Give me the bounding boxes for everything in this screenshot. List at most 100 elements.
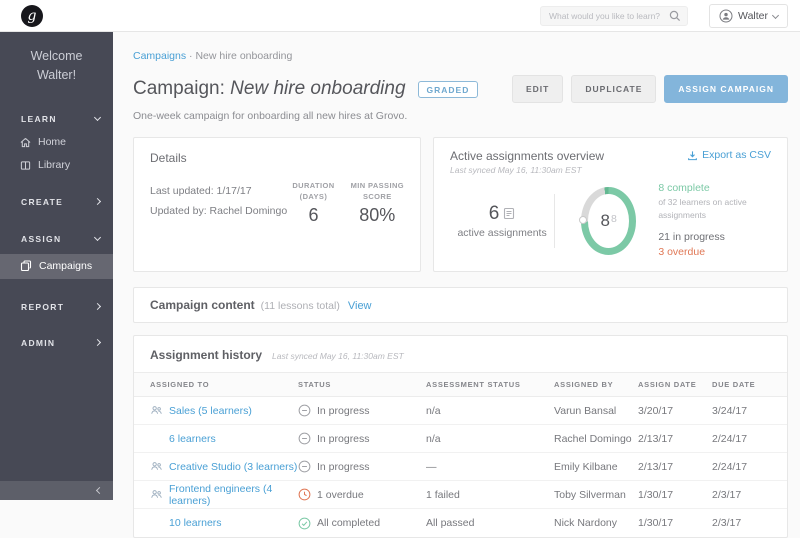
due-date: 2/24/17 xyxy=(712,433,771,445)
assessment-status: — xyxy=(426,461,554,473)
assignment-history-card: Assignment history Last synced May 16, 1… xyxy=(133,335,788,538)
assigned-to-link[interactable]: 10 learners xyxy=(169,517,222,529)
view-link[interactable]: View xyxy=(348,300,372,312)
avatar-icon xyxy=(719,9,733,23)
search-input[interactable] xyxy=(541,11,669,21)
history-synced: Last synced May 16, 11:30am EST xyxy=(272,351,404,361)
assign-date: 2/13/17 xyxy=(638,461,712,473)
details-card: Details Last updated: 1/17/17 Updated by… xyxy=(133,137,421,272)
sidebar-item-home[interactable]: Home xyxy=(0,131,113,154)
table-row: Sales (5 learners) In progress n/a Varun… xyxy=(134,397,787,425)
chevron-down-icon xyxy=(772,11,779,18)
table-row: Creative Studio (3 learners) In progress… xyxy=(134,453,787,481)
welcome-message: Welcome Walter! xyxy=(0,32,113,100)
status-text: All completed xyxy=(317,517,380,529)
breadcrumb-separator: · xyxy=(189,50,193,62)
sidebar-item-report[interactable]: REPORT xyxy=(0,295,113,319)
assigned-to-link[interactable]: Creative Studio (3 learners) xyxy=(169,461,297,473)
sidebar: Welcome Walter! LEARN Home Library CREAT… xyxy=(0,32,113,500)
chevron-down-icon xyxy=(94,114,101,121)
main-content: Campaigns · New hire onboarding Campaign… xyxy=(113,32,800,500)
assigned-by: Rachel Domingo xyxy=(554,433,638,445)
assigned-by: Emily Kilbane xyxy=(554,461,638,473)
sidebar-item-create[interactable]: CREATE xyxy=(0,190,113,214)
in-progress-icon xyxy=(298,460,311,473)
status-text: In progress xyxy=(317,461,370,473)
active-assignments-count: 6 active assignments xyxy=(450,203,554,239)
divider xyxy=(554,194,555,248)
top-bar: g Walter xyxy=(0,0,800,32)
completed-check-icon xyxy=(298,517,311,530)
legend-complete: 8 complete xyxy=(658,181,771,196)
assigned-to-link[interactable]: 6 learners xyxy=(169,433,216,445)
user-name: Walter xyxy=(738,10,768,22)
duration-stat: DURATION (DAYS) 6 xyxy=(292,181,334,226)
details-meta: Last updated: 1/17/17 Updated by: Rachel… xyxy=(150,181,287,226)
overdue-clock-icon xyxy=(298,488,311,501)
status-text: In progress xyxy=(317,433,370,445)
sidebar-item-assign[interactable]: ASSIGN xyxy=(0,227,113,251)
sidebar-item-campaigns[interactable]: Campaigns xyxy=(0,254,113,279)
assigned-to-link[interactable]: Frontend engineers (4 learners) xyxy=(169,483,298,507)
in-progress-icon xyxy=(298,404,311,417)
assign-date: 1/30/17 xyxy=(638,517,712,529)
breadcrumb-campaigns-link[interactable]: Campaigns xyxy=(133,50,186,62)
donut-secondary-value: 8 xyxy=(611,213,617,225)
assigned-by: Varun Bansal xyxy=(554,405,638,417)
sidebar-item-learn[interactable]: LEARN xyxy=(0,107,113,131)
assign-date: 2/13/17 xyxy=(638,433,712,445)
clipboard-icon xyxy=(503,207,515,220)
sidebar-item-admin[interactable]: ADMIN xyxy=(0,331,113,355)
campaign-content-bar: Campaign content (11 lessons total) View xyxy=(133,287,788,323)
duplicate-button[interactable]: DUPLICATE xyxy=(571,75,656,103)
assigned-to-link[interactable]: Sales (5 learners) xyxy=(169,405,252,417)
donut-marker xyxy=(579,216,587,224)
table-row: 6 learners In progress n/a Rachel Doming… xyxy=(134,425,787,453)
assign-campaign-button[interactable]: ASSIGN CAMPAIGN xyxy=(664,75,788,103)
assign-date: 3/20/17 xyxy=(638,405,712,417)
assessment-status: All passed xyxy=(426,517,554,529)
chevron-right-icon xyxy=(94,339,101,346)
user-menu-button[interactable]: Walter xyxy=(709,4,788,28)
completion-donut-chart: 8 8 xyxy=(581,187,636,255)
details-title: Details xyxy=(150,151,404,165)
group-icon xyxy=(150,460,163,473)
due-date: 2/3/17 xyxy=(712,489,771,501)
book-icon xyxy=(20,160,31,171)
last-updated: Last updated: 1/17/17 xyxy=(150,181,287,201)
due-date: 2/3/17 xyxy=(712,517,771,529)
edit-button[interactable]: EDIT xyxy=(512,75,563,103)
assessment-status: 1 failed xyxy=(426,489,554,501)
page-title: Campaign: New hire onboarding xyxy=(133,78,406,100)
table-row: Frontend engineers (4 learners) 1 overdu… xyxy=(134,481,787,509)
assessment-status: n/a xyxy=(426,433,554,445)
due-date: 3/24/17 xyxy=(712,405,771,417)
search-icon[interactable] xyxy=(669,10,681,22)
legend-overdue: 3 overdue xyxy=(658,245,771,260)
min-passing-score-stat: MIN PASSING SCORE 80% xyxy=(351,181,404,226)
sidebar-collapse-button[interactable] xyxy=(0,481,113,500)
chevron-down-icon xyxy=(94,234,101,241)
export-csv-link[interactable]: Export as CSV xyxy=(687,149,771,161)
campaign-content-title: Campaign content xyxy=(150,298,255,312)
donut-value: 8 xyxy=(601,211,610,231)
breadcrumb: Campaigns · New hire onboarding xyxy=(133,50,788,62)
status-text: 1 overdue xyxy=(317,489,364,501)
sidebar-item-library[interactable]: Library xyxy=(0,154,113,177)
table-row: 10 learners All completed All passed Nic… xyxy=(134,509,787,537)
due-date: 2/24/17 xyxy=(712,461,771,473)
chevron-left-icon xyxy=(96,487,103,494)
in-progress-icon xyxy=(298,432,311,445)
search-box[interactable] xyxy=(540,6,688,26)
lessons-count: (11 lessons total) xyxy=(261,300,340,312)
grovo-logo[interactable]: g xyxy=(21,5,43,27)
donut-legend: 8 complete of 32 learners on active assi… xyxy=(658,181,771,260)
assign-date: 1/30/17 xyxy=(638,489,712,501)
home-icon xyxy=(20,137,31,148)
assessment-status: n/a xyxy=(426,405,554,417)
logo-letter: g xyxy=(28,8,37,24)
chevron-right-icon xyxy=(94,198,101,205)
legend-of-total: of 32 learners on active assignments xyxy=(658,196,771,221)
overview-title: Active assignments overview xyxy=(450,149,604,163)
chevron-right-icon xyxy=(94,303,101,310)
